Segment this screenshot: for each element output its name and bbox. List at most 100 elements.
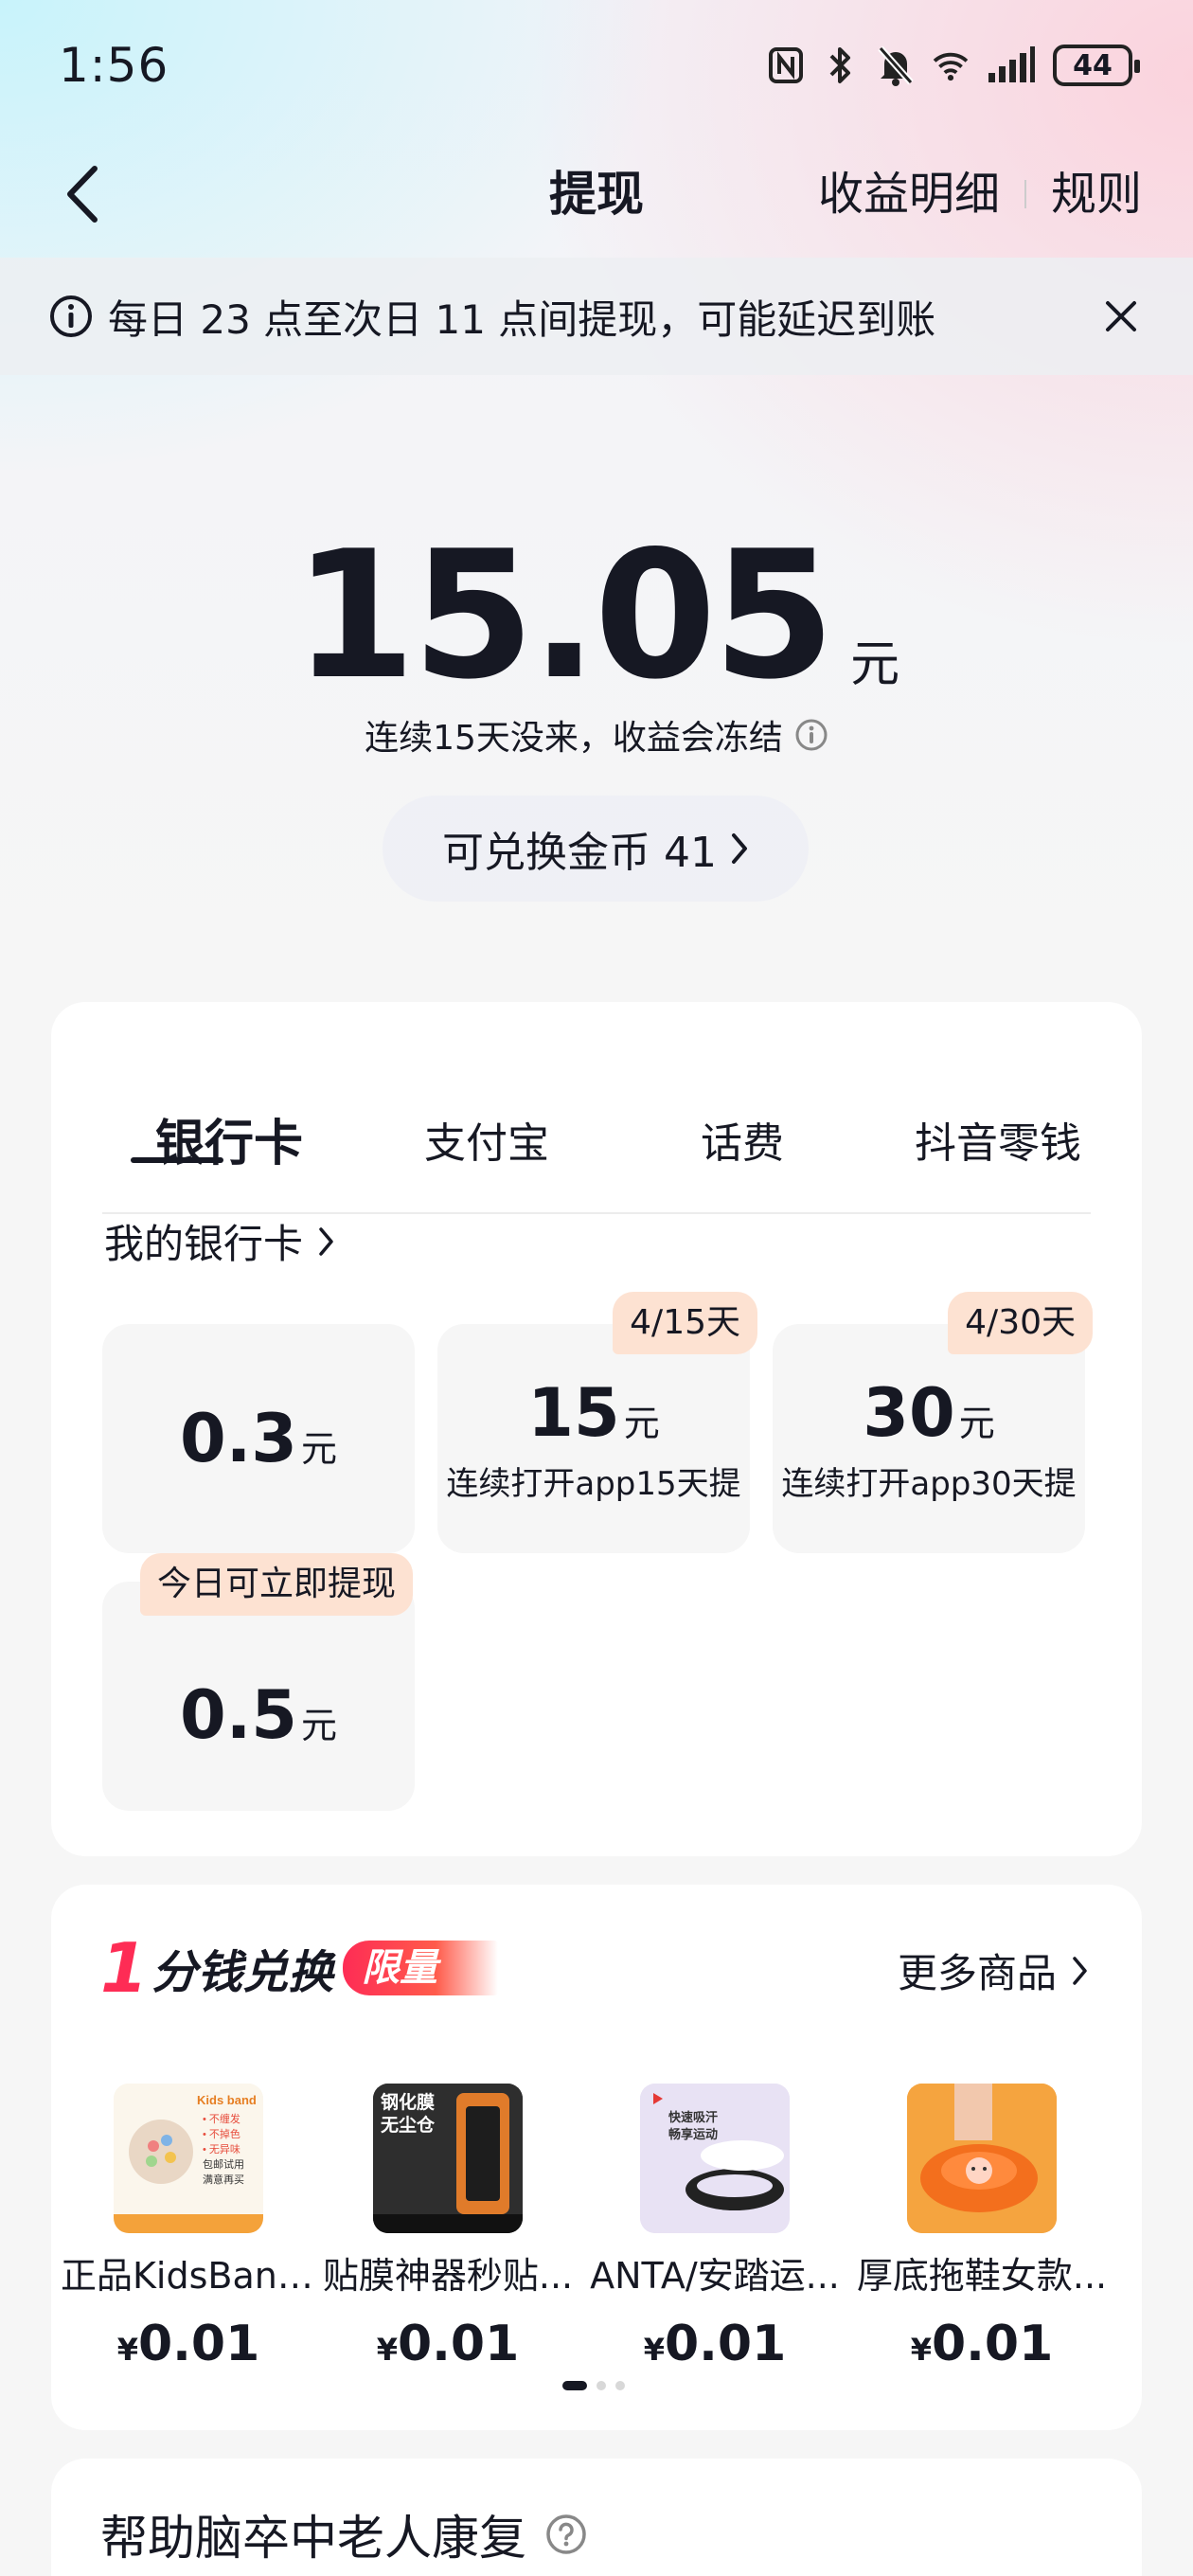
tab-phone-credit[interactable]: 话费 <box>701 1116 784 1172</box>
tab-alipay[interactable]: 支付宝 <box>424 1116 549 1172</box>
price-value: 0.01 <box>137 2316 260 2372</box>
goods-price: ¥ 0.01 <box>911 2316 1054 2372</box>
more-goods-link[interactable]: 更多商品 <box>898 1941 1089 1999</box>
withdraw-option-0-3[interactable]: 0.3 元 <box>102 1324 415 1553</box>
option-amount: 0.5 <box>179 1676 297 1754</box>
nfc-icon <box>767 44 805 87</box>
more-goods-label: 更多商品 <box>897 1950 1057 1996</box>
info-icon <box>50 295 92 337</box>
price-currency: ¥ <box>376 2332 398 2368</box>
nav-actions: 收益明细 规则 <box>818 161 1142 227</box>
chevron-right-icon <box>1073 1956 1087 1985</box>
my-bank-card-label: 我的银行卡 <box>104 1221 304 1267</box>
balance-unit: 元 <box>850 636 900 693</box>
option-amount: 0.3 <box>179 1400 297 1477</box>
goods-name: 正品KidsBand... <box>61 2255 316 2297</box>
instant-badge: 今日可立即提现 <box>140 1553 414 1616</box>
goods-price: ¥ 0.01 <box>377 2316 520 2372</box>
goods-image-text: 快速吸汗 畅享运动 <box>668 2110 718 2144</box>
coin-exchange-label: 可兑换金币 41 <box>442 829 717 877</box>
signal-icon <box>987 44 1036 87</box>
tab-bank-card[interactable]: 银行卡 <box>155 1116 303 1172</box>
back-button[interactable] <box>53 161 110 227</box>
goods-name: ANTA/安踏运... <box>590 2255 840 2297</box>
chevron-left-icon <box>67 166 98 223</box>
deals-title: 1 分钱兑换 限量 <box>100 1928 499 2008</box>
balance-amount: 15.05 <box>293 512 835 718</box>
progress-badge: 4/30天 <box>948 1292 1093 1354</box>
goods-price: ¥ 0.01 <box>644 2316 787 2372</box>
goods-image-line: 无尘仓 <box>381 2115 436 2136</box>
goods-image-hairbands: Kids band • 不缠发 • 不掉色 • 无异味 包邮试用 满意再买 <box>114 2084 263 2233</box>
battery-icon: 44 <box>1053 45 1140 86</box>
freeze-warning-text: 连续15天没来，收益会冻结 <box>365 719 783 758</box>
price-currency: ¥ <box>910 2332 932 2368</box>
goods-list: Kids band • 不缠发 • 不掉色 • 无异味 包邮试用 满意再买 正品… <box>51 2084 1142 2372</box>
carousel-dot <box>596 2381 606 2390</box>
goods-image-line: • 不掉色 <box>203 2129 240 2140</box>
active-tab-indicator <box>131 1157 223 1163</box>
price-currency: ¥ <box>116 2332 138 2368</box>
option-unit: 元 <box>301 1428 338 1470</box>
goods-name: 贴膜神器秒贴... <box>322 2255 574 2297</box>
price-value: 0.01 <box>397 2316 520 2372</box>
deals-title-number: 1 <box>100 1928 149 2008</box>
chevron-right-icon <box>731 833 747 864</box>
option-desc: 连续打开app15天提 <box>446 1464 741 1503</box>
goods-item[interactable]: 钢化膜 无尘仓 贴膜神器秒贴... ¥ 0.01 <box>320 2084 576 2372</box>
status-bar: 1:56 44 <box>0 0 1193 133</box>
option-unit: 元 <box>958 1402 995 1444</box>
goods-image-text: 钢化膜 无尘仓 <box>381 2091 435 2137</box>
goods-item[interactable]: 厚底拖鞋女款... ¥ 0.01 <box>854 2084 1110 2372</box>
status-icons: 44 <box>767 42 1140 89</box>
withdraw-card: 银行卡 支付宝 话费 抖音零钱 我的银行卡 0.3 元 15 元 连续打开app… <box>51 1002 1142 1856</box>
close-icon <box>1106 301 1136 331</box>
withdraw-option-0-5[interactable]: 0.5 元 今日可立即提现 <box>102 1553 415 1811</box>
goods-price: ¥ 0.01 <box>117 2316 260 2372</box>
goods-image-slippers <box>907 2084 1057 2233</box>
carousel-indicator <box>562 2381 625 2390</box>
goods-image-line: 畅享运动 <box>668 2128 719 2142</box>
option-unit: 元 <box>623 1402 660 1444</box>
carousel-dot-active <box>562 2381 587 2390</box>
tab-douyin-wallet[interactable]: 抖音零钱 <box>915 1116 1081 1172</box>
goods-image-brand: Kids band <box>197 2093 257 2107</box>
notice-text: 每日 23 点至次日 11 点间提现，可能延迟到账 <box>108 295 936 343</box>
charity-title-row: 帮助脑卒中老人康复 <box>100 2500 587 2568</box>
charity-card: 帮助脑卒中老人康复 <box>51 2459 1142 2576</box>
goods-image-text: • 不缠发 • 不掉色 • 无异味 包邮试用 满意再买 <box>203 2112 244 2188</box>
charity-title: 帮助脑卒中老人康复 <box>100 2511 526 2566</box>
notice-close-button[interactable] <box>1098 294 1144 339</box>
withdraw-option-15[interactable]: 15 元 连续打开app15天提 4/15天 <box>437 1292 757 1553</box>
price-value: 0.01 <box>664 2316 787 2372</box>
my-bank-card-link[interactable]: 我的银行卡 <box>104 1212 335 1270</box>
status-time: 1:56 <box>59 38 169 93</box>
option-unit: 元 <box>301 1705 338 1746</box>
chevron-right-icon <box>319 1226 333 1256</box>
goods-image-line: 包邮试用 <box>203 2159 244 2171</box>
help-icon[interactable] <box>545 2513 587 2555</box>
rules-link[interactable]: 规则 <box>1051 161 1142 227</box>
coin-exchange-button[interactable]: 可兑换金币 41 <box>383 796 809 902</box>
mute-bell-icon <box>877 44 915 87</box>
goods-image-line: 满意再买 <box>203 2174 244 2186</box>
goods-image-screen-protector: 钢化膜 无尘仓 <box>373 2084 523 2233</box>
price-currency: ¥ <box>643 2332 665 2368</box>
goods-item[interactable]: 快速吸汗 畅享运动 ANTA/安踏运... ¥ 0.01 <box>587 2084 843 2372</box>
notice-banner: 每日 23 点至次日 11 点间提现，可能延迟到账 <box>0 258 1193 375</box>
price-value: 0.01 <box>931 2316 1054 2372</box>
info-icon[interactable] <box>794 718 828 752</box>
goods-name: 厚底拖鞋女款... <box>856 2255 1108 2297</box>
carousel-dot <box>615 2381 625 2390</box>
option-amount: 15 <box>527 1373 620 1452</box>
withdraw-option-30[interactable]: 30 元 连续打开app30天提 4/30天 <box>773 1292 1093 1553</box>
nav-bar: 提现 收益明细 规则 <box>0 142 1193 246</box>
earnings-detail-link[interactable]: 收益明细 <box>818 161 1000 227</box>
bluetooth-icon <box>822 44 860 87</box>
goods-image-headband: 快速吸汗 畅享运动 <box>640 2084 790 2233</box>
goods-image-line: 钢化膜 <box>381 2092 436 2113</box>
goods-image-line: 快速吸汗 <box>668 2111 719 2125</box>
penny-deals-card: 1 分钱兑换 限量 更多商品 Kids band • 不缠发 • 不掉色 • 无… <box>51 1885 1142 2430</box>
goods-item[interactable]: Kids band • 不缠发 • 不掉色 • 无异味 包邮试用 满意再买 正品… <box>51 2084 326 2372</box>
balance-section: 15.05 元 <box>0 512 1193 718</box>
